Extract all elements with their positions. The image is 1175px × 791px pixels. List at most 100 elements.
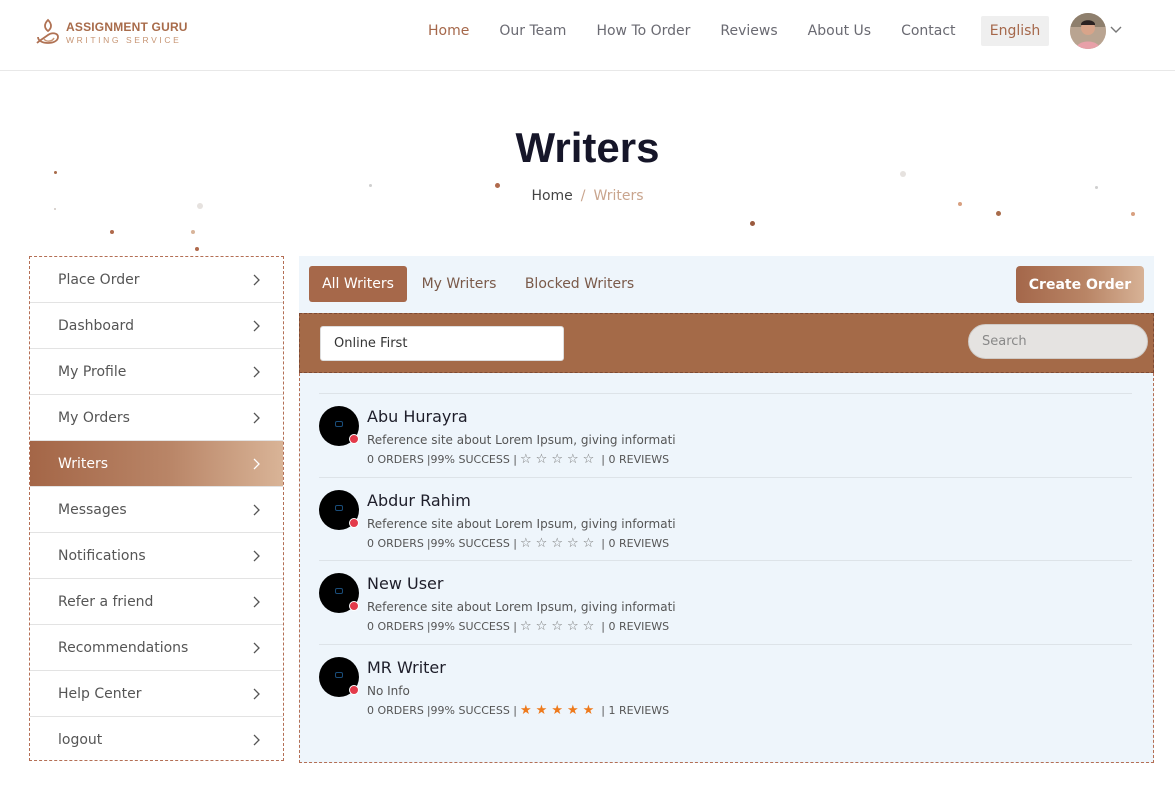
breadcrumb-current: Writers [593,188,644,204]
nav-our-team[interactable]: Our Team [484,23,581,39]
rating-stars: ☆ ☆ ☆ ☆ ☆ [520,619,598,634]
tab-blocked-writers[interactable]: Blocked Writers [517,266,642,302]
sidebar-item-my-profile[interactable]: My Profile [30,349,283,395]
main-nav: Home Our Team How To Order Reviews About… [413,16,971,46]
sort-select[interactable]: Online First [320,326,564,361]
star-filled-icon: ★ [535,702,548,718]
writer-orders: 0 ORDERS [367,536,424,550]
sidebar-item-label: My Orders [58,409,130,426]
sidebar-item-logout[interactable]: logout [30,717,283,763]
decor-dot [191,230,195,234]
breadcrumb: Home / Writers [0,188,1175,204]
chevron-right-icon [253,366,260,378]
decor-dot [195,247,199,251]
sidebar-item-notifications[interactable]: Notifications [30,533,283,579]
writer-success: |99% SUCCESS | [426,703,518,717]
writer-name[interactable]: Abu Hurayra [367,407,468,426]
create-order-button[interactable]: Create Order [1016,266,1144,303]
writer-reviews: | 0 REVIEWS [601,536,670,550]
status-offline-dot [349,601,359,611]
writer-row: Abdur Rahim Reference site about Lorem Ip… [319,476,1132,561]
star-empty-icon: ☆ [535,535,548,551]
star-empty-icon: ☆ [551,535,563,551]
rating-stars: ★ ★ ★ ★ ★ [520,703,598,718]
nav-contact[interactable]: Contact [886,23,970,39]
star-empty-icon: ☆ [582,619,595,634]
chevron-right-icon [253,320,260,332]
chevron-right-icon [253,274,260,286]
writer-reviews: | 0 REVIEWS [601,453,670,466]
star-empty-icon: ☆ [520,535,532,551]
sidebar-item-place-order[interactable]: Place Order [30,257,283,303]
star-empty-icon: ☆ [535,452,548,467]
chevron-right-icon [253,458,260,470]
sidebar-item-help-center[interactable]: Help Center [30,671,283,717]
avatar-placeholder-icon [335,671,343,678]
star-empty-icon: ☆ [582,535,595,551]
nav-how-to-order[interactable]: How To Order [581,23,705,39]
user-avatar[interactable] [1070,13,1106,49]
writer-stats: 0 ORDERS |99% SUCCESS | ☆ ☆ ☆ ☆ ☆ | 0 REVIEWS [367,452,669,467]
avatar-placeholder-icon [335,588,343,594]
sidebar-item-label: Refer a friend [58,593,154,610]
star-empty-icon: ☆ [535,619,548,634]
writer-name[interactable]: Abdur Rahim [367,491,471,510]
writer-success: |99% SUCCESS | [426,536,518,550]
tab-my-writers[interactable]: My Writers [413,266,505,302]
status-offline-dot [349,684,359,695]
sidebar-item-label: Dashboard [58,317,134,334]
breadcrumb-home[interactable]: Home [531,188,572,204]
account-sidebar: Place Order Dashboard My Profile My Orders W… [29,256,284,761]
site-header: ASSIGNMENT GURU WRITING SERVICE Home Our… [0,0,1175,71]
chevron-right-icon [253,734,260,746]
sidebar-item-dashboard[interactable]: Dashboard [30,303,283,349]
writer-orders: 0 ORDERS [367,703,424,717]
decor-dot [369,184,372,187]
writer-row: MR Writer No Info 0 ORDERS |99% SUCCESS | ★ ★… [319,643,1132,728]
writer-success: |99% SUCCESS | [426,453,518,466]
sidebar-item-writers[interactable]: Writers [30,441,283,487]
writer-orders: 0 ORDERS [367,620,424,633]
logo-icon [36,18,59,44]
nav-reviews[interactable]: Reviews [705,23,792,39]
nav-home[interactable]: Home [413,23,484,39]
status-offline-dot [349,434,359,444]
writer-name[interactable]: New User [367,574,443,593]
chevron-right-icon [253,504,260,516]
star-filled-icon: ★ [582,702,595,718]
status-offline-dot [349,517,359,528]
sidebar-item-label: My Profile [58,363,127,380]
decor-dot [110,230,114,234]
chevron-right-icon [253,596,260,608]
writer-stats: 0 ORDERS |99% SUCCESS | ☆ ☆ ☆ ☆ ☆ | 0 REVIEWS [367,536,669,551]
writer-stats: 0 ORDERS |99% SUCCESS | ☆ ☆ ☆ ☆ ☆ | 0 REVIEWS [367,619,669,634]
language-selector[interactable]: English [981,16,1049,46]
sidebar-item-label: Notifications [58,547,146,564]
writer-orders: 0 ORDERS [367,453,424,466]
user-photo-icon [1070,13,1106,49]
star-empty-icon: ☆ [566,535,579,551]
writer-reviews: | 0 REVIEWS [601,620,670,633]
sidebar-item-refer-a-friend[interactable]: Refer a friend [30,579,283,625]
sidebar-item-label: Help Center [58,685,142,702]
nav-about-us[interactable]: About Us [793,23,886,39]
tab-all-writers[interactable]: All Writers [309,266,407,302]
writer-reviews: | 1 REVIEWS [601,703,670,717]
writer-description: Reference site about Lorem Ipsum, giving… [367,433,676,447]
sidebar-item-recommendations[interactable]: Recommendations [30,625,283,671]
sidebar-item-messages[interactable]: Messages [30,487,283,533]
sidebar-item-label: Recommendations [58,639,189,656]
brand-logo[interactable]: ASSIGNMENT GURU WRITING SERVICE [34,17,188,49]
writer-description: Reference site about Lorem Ipsum, giving… [367,516,676,531]
breadcrumb-separator: / [580,188,586,204]
filter-bar: Online First Search [299,313,1154,373]
brand-tagline: WRITING SERVICE [66,35,182,46]
writer-row: New User Reference site about Lorem Ipsum… [319,560,1132,644]
star-empty-icon: ☆ [566,452,579,467]
decor-dot [1131,212,1135,216]
chevron-down-icon[interactable] [1110,23,1122,35]
search-input[interactable]: Search [968,324,1148,359]
writer-name[interactable]: MR Writer [367,658,446,677]
sidebar-item-my-orders[interactable]: My Orders [30,395,283,441]
star-empty-icon: ☆ [566,619,579,634]
